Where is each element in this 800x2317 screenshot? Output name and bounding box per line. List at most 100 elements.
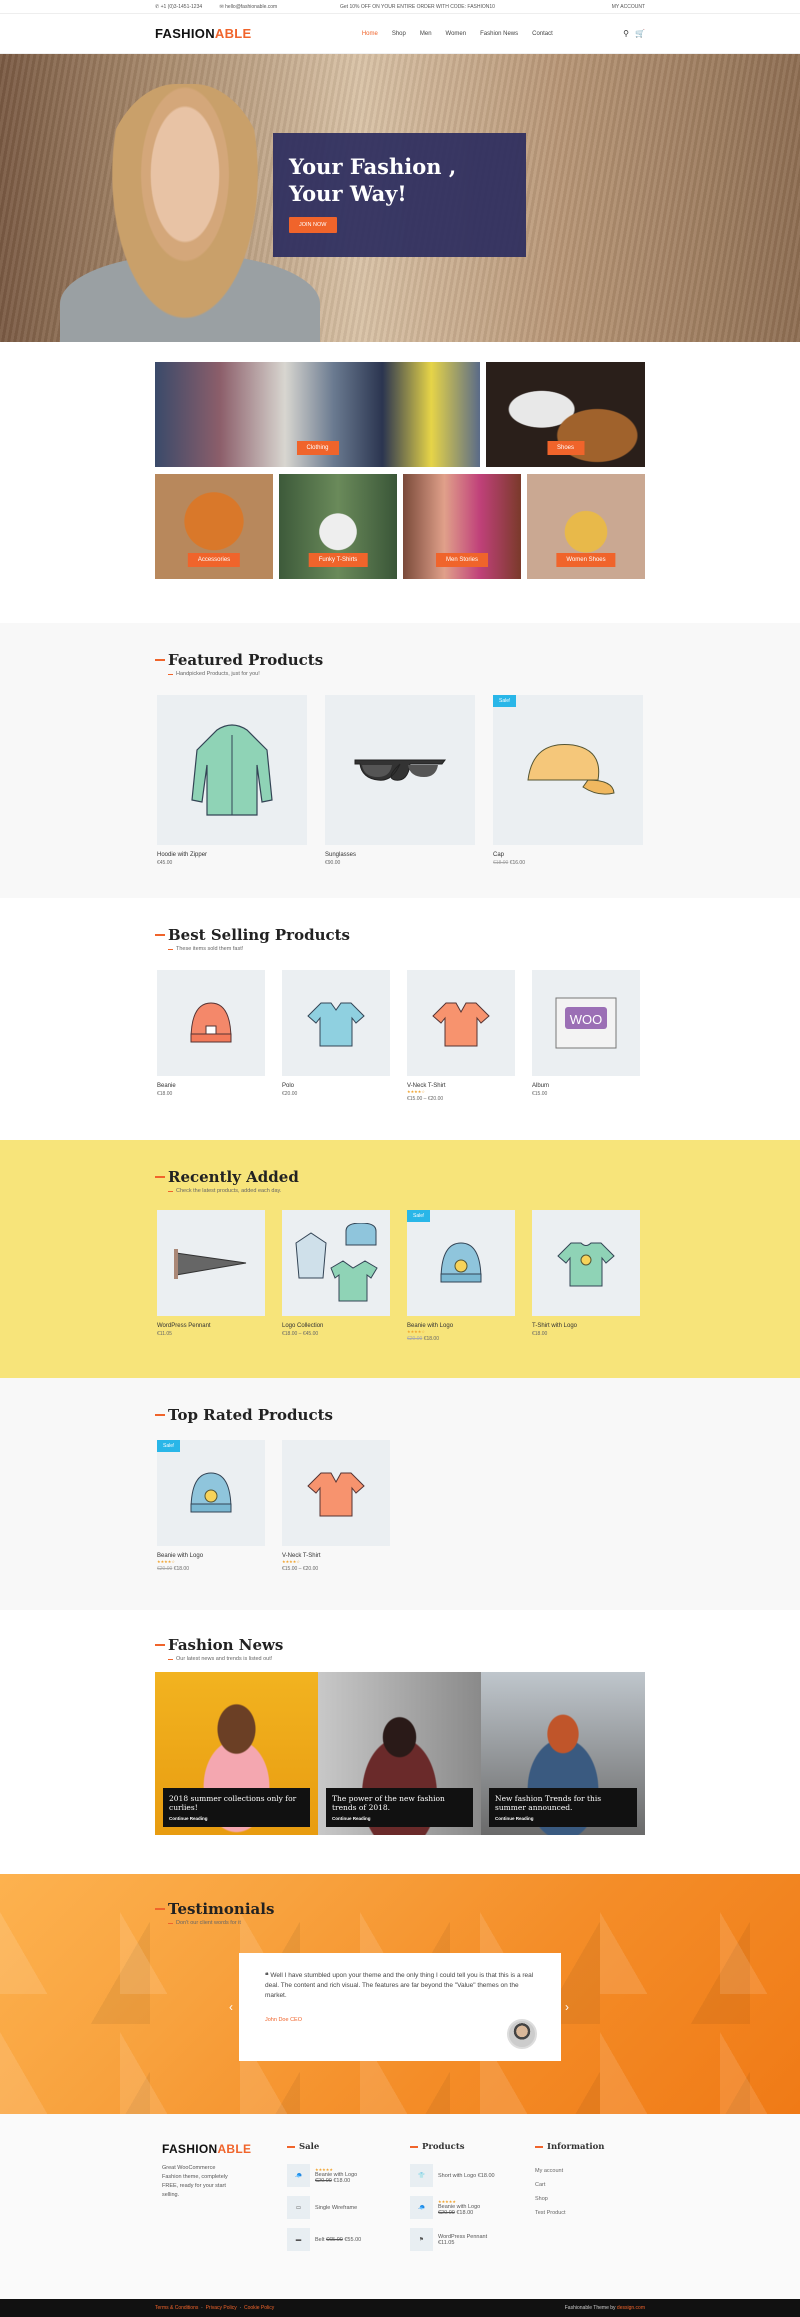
product-name[interactable]: T-Shirt with Logo: [532, 1323, 640, 1329]
nav-women[interactable]: Women: [446, 31, 467, 37]
footer-product[interactable]: 🧢 ★★★★★ Beanie with Logo €20.00 €18.00: [287, 2164, 357, 2187]
email-text[interactable]: ✉ hello@fashionable.com: [220, 4, 286, 10]
product-card[interactable]: Sale! Cap €18.00 €16.00: [493, 695, 643, 866]
category-shoes[interactable]: Shoes: [486, 362, 645, 467]
product-name[interactable]: Album: [532, 1083, 640, 1089]
category-funky-tshirts[interactable]: Funky T-Shirts: [279, 474, 397, 579]
cookie-link[interactable]: Cookie Policy: [244, 2305, 274, 2311]
footer-link-cart[interactable]: Cart: [535, 2178, 566, 2192]
product-card[interactable]: Beanie €18.00: [157, 970, 265, 1097]
privacy-link[interactable]: Privacy Policy: [206, 2305, 237, 2311]
product-card[interactable]: Sunglasses €90.00: [325, 695, 475, 866]
vneck-tshirt-icon: [432, 1002, 490, 1047]
product-card[interactable]: WOO Album €15.00: [532, 970, 640, 1097]
product-image[interactable]: [157, 1210, 265, 1316]
product-name[interactable]: Hoodie with Zipper: [157, 852, 307, 858]
product-name[interactable]: Logo Collection: [282, 1323, 390, 1329]
section-title: Featured Products: [155, 651, 323, 669]
nav-home[interactable]: Home: [362, 31, 378, 37]
section-title: Fashion News: [155, 1636, 283, 1654]
footer-logo[interactable]: FASHIONABLE: [162, 2142, 251, 2156]
category-women-shoes[interactable]: Women Shoes: [527, 474, 645, 579]
product-card[interactable]: WordPress Pennant €11.05: [157, 1210, 265, 1337]
footer-product[interactable]: ⚑ WordPress Pennant €11.05: [410, 2228, 487, 2251]
footer-product[interactable]: ▭ Single Wireframe: [287, 2196, 357, 2219]
nav-contact[interactable]: Contact: [532, 31, 553, 37]
tshirt-logo-icon: [557, 1242, 615, 1287]
product-image[interactable]: WOO: [532, 970, 640, 1076]
product-card[interactable]: V-Neck T-Shirt ★★★★☆ €15.00 – €20.00: [407, 970, 515, 1102]
product-price: €15.00: [532, 1091, 548, 1097]
join-now-button[interactable]: JOIN NOW: [289, 217, 337, 233]
continue-reading-link[interactable]: Continue Reading: [495, 1816, 631, 1821]
footer-link-my-account[interactable]: My account: [535, 2164, 566, 2178]
account-link[interactable]: MY ACCOUNT: [612, 4, 645, 10]
nav-shop[interactable]: Shop: [392, 31, 406, 37]
section-title: Testimonials: [155, 1900, 274, 1918]
contact-info: ✆ +1 (0)3-1451-1234 ✉ hello@fashionable.…: [155, 4, 293, 10]
category-clothing[interactable]: Clothing: [155, 362, 480, 467]
continue-reading-link[interactable]: Continue Reading: [169, 1816, 304, 1821]
product-image[interactable]: [532, 1210, 640, 1316]
footer-product[interactable]: 🧢 ★★★★★ Beanie with Logo €20.00 €18.00: [410, 2196, 480, 2219]
product-card[interactable]: Hoodie with Zipper €45.00: [157, 695, 307, 866]
section-subtitle: Handpicked Products, just for you!: [168, 671, 323, 677]
footer-link-test-product[interactable]: Test Product: [535, 2206, 566, 2220]
product-image[interactable]: [157, 970, 265, 1076]
product-image[interactable]: [282, 970, 390, 1076]
news-card[interactable]: 2018 summer collections only for curlies…: [155, 1672, 318, 1835]
product-image[interactable]: [325, 695, 475, 845]
nav-fashion-news[interactable]: Fashion News: [480, 31, 518, 37]
nav-men[interactable]: Men: [420, 31, 432, 37]
hero-model-image: [100, 84, 270, 342]
product-price: €18.00 – €45.00: [282, 1331, 319, 1337]
category-men-stories[interactable]: Men Stories: [403, 474, 521, 579]
product-name[interactable]: Polo: [282, 1083, 390, 1089]
terms-link[interactable]: Terms & Conditions: [155, 2305, 198, 2311]
chevron-left-icon[interactable]: ‹: [229, 2000, 233, 2014]
news-card[interactable]: The power of the new fashion trends of 2…: [318, 1672, 481, 1835]
phone-text[interactable]: ✆ +1 (0)3-1451-1234: [155, 4, 210, 10]
news-title[interactable]: 2018 summer collections only for curlies…: [169, 1794, 304, 1812]
product-name[interactable]: Cap: [493, 852, 643, 858]
product-image[interactable]: [282, 1210, 390, 1316]
product-image[interactable]: Sale!: [407, 1210, 515, 1316]
product-image[interactable]: [157, 695, 307, 845]
category-accessories[interactable]: Accessories: [155, 474, 273, 579]
promo-text: Get 10% OFF ON YOUR ENTIRE ORDER WITH CO…: [340, 3, 495, 10]
product-image[interactable]: [407, 970, 515, 1076]
footer-link-shop[interactable]: Shop: [535, 2192, 566, 2206]
hoodie-icon: [191, 724, 273, 816]
best-selling-section: Best Selling Products These items sold t…: [0, 898, 800, 1140]
cart-icon[interactable]: 🛒: [635, 29, 645, 38]
product-price: €18.00: [532, 1331, 548, 1337]
featured-section: Featured Products Handpicked Products, j…: [0, 623, 800, 898]
news-card[interactable]: New fashion Trends for this summer annou…: [481, 1672, 645, 1835]
rating-stars: ★★★★☆: [157, 1559, 175, 1564]
product-name[interactable]: WordPress Pennant: [157, 1323, 265, 1329]
product-card[interactable]: T-Shirt with Logo €18.00: [532, 1210, 640, 1337]
product-image[interactable]: Sale!: [493, 695, 643, 845]
section-title: Recently Added: [155, 1168, 299, 1186]
product-name[interactable]: Beanie: [157, 1083, 265, 1089]
footer-product[interactable]: 👕 Short with Logo €18.00: [410, 2164, 495, 2187]
product-image[interactable]: [282, 1440, 390, 1546]
product-image[interactable]: Sale!: [157, 1440, 265, 1546]
footer-product[interactable]: ▬ Belt €65.00 €55.00: [287, 2228, 361, 2251]
credit-link[interactable]: dessign.com: [617, 2305, 645, 2311]
section-title: Best Selling Products: [155, 926, 350, 944]
continue-reading-link[interactable]: Continue Reading: [332, 1816, 467, 1821]
product-name[interactable]: Sunglasses: [325, 852, 475, 858]
product-card[interactable]: Logo Collection €18.00 – €45.00: [282, 1210, 390, 1337]
chevron-right-icon[interactable]: ›: [565, 2000, 569, 2014]
product-card[interactable]: Polo €20.00: [282, 970, 390, 1097]
search-icon[interactable]: ⚲: [623, 29, 629, 38]
product-card[interactable]: Sale! Beanie with Logo ★★★★☆ €20.00 €18.…: [407, 1210, 515, 1342]
news-caption: 2018 summer collections only for curlies…: [163, 1788, 310, 1827]
product-card[interactable]: Sale! Beanie with Logo ★★★★☆ €20.00 €18.…: [157, 1440, 265, 1572]
product-card[interactable]: V-Neck T-Shirt ★★★★☆ €15.00 – €20.00: [282, 1440, 390, 1572]
news-title[interactable]: New fashion Trends for this summer annou…: [495, 1794, 631, 1812]
logo[interactable]: FASHIONABLE: [155, 26, 251, 41]
section-subtitle: Don't our client words for it: [168, 1920, 274, 1926]
news-title[interactable]: The power of the new fashion trends of 2…: [332, 1794, 467, 1812]
